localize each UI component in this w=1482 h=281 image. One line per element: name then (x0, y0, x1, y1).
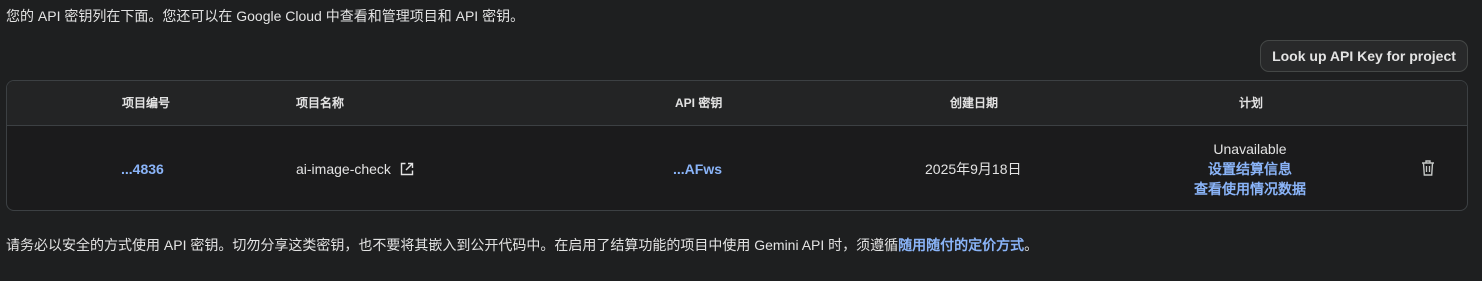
footer-text-end: 。 (1024, 237, 1039, 253)
created-date: 2025年9月18日 (925, 160, 1022, 177)
api-key-link[interactable]: ...AFws (673, 161, 722, 177)
project-number-link[interactable]: ...4836 (121, 161, 164, 177)
footer-text: 请务必以安全的方式使用 API 密钥。切勿分享这类密钥，也不要将其嵌入到公开代码… (6, 237, 899, 253)
api-keys-table: 项目编号 项目名称 API 密钥 创建日期 计划 ...4836 ai-imag… (6, 80, 1468, 211)
project-name: ai-image-check (296, 160, 391, 177)
header-project-name: 项目名称 (296, 96, 345, 110)
header-api-key: API 密钥 (675, 96, 723, 110)
trash-icon[interactable] (1420, 159, 1436, 177)
plan-status: Unavailable (1213, 140, 1287, 157)
header-project-number: 项目编号 (122, 96, 171, 110)
view-usage-link[interactable]: 查看使用情况数据 (1194, 179, 1306, 199)
external-link-icon[interactable] (400, 162, 414, 176)
footer-notice: 请务必以安全的方式使用 API 密钥。切勿分享这类密钥，也不要将其嵌入到公开代码… (6, 236, 1038, 254)
table-row: ...4836 ai-image-check ...AFws 2025年9月18… (7, 126, 1467, 210)
header-created-date: 创建日期 (950, 96, 999, 110)
intro-text: 您的 API 密钥列在下面。您还可以在 Google Cloud 中查看和管理项… (6, 8, 525, 24)
lookup-api-key-button[interactable]: Look up API Key for project (1260, 40, 1468, 72)
table-header: 项目编号 项目名称 API 密钥 创建日期 计划 (7, 81, 1467, 126)
pricing-link[interactable]: 随用随付的定价方式 (898, 237, 1024, 253)
setup-billing-link[interactable]: 设置结算信息 (1208, 159, 1292, 179)
header-plan: 计划 (1239, 96, 1264, 110)
